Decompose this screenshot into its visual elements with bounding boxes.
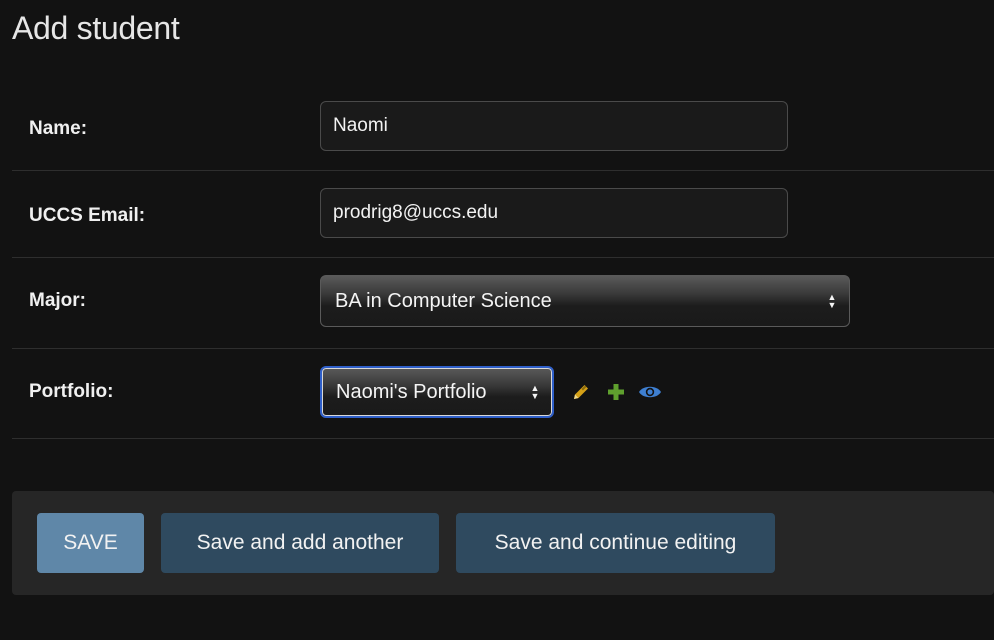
select-arrows-icon: ▲ ▼ [530,383,540,401]
name-input[interactable] [320,101,788,151]
select-arrows-icon: ▲ ▼ [827,292,837,310]
email-input[interactable] [320,188,788,238]
eye-icon[interactable] [638,380,662,404]
save-and-add-another-button[interactable]: Save and add another [161,513,439,573]
portfolio-label: Portfolio: [29,381,114,402]
pencil-icon[interactable] [569,380,593,404]
portfolio-selected-value: Naomi's Portfolio [336,380,487,403]
page-title: Add student [12,10,180,46]
save-and-continue-editing-button[interactable]: Save and continue editing [456,513,775,573]
email-label: UCCS Email: [29,205,146,226]
name-label: Name: [29,118,88,139]
major-label: Major: [29,290,86,311]
major-select[interactable]: BA in Computer Science ▲ ▼ [320,275,850,327]
save-button[interactable]: SAVE [37,513,144,573]
portfolio-select[interactable]: Naomi's Portfolio ▲ ▼ [320,366,554,418]
plus-icon[interactable] [604,380,628,404]
major-selected-value: BA in Computer Science [335,289,552,312]
submit-row: SAVE Save and add another Save and conti… [12,491,994,595]
add-student-page: Add student Name: UCCS Email: Major: BA … [0,0,994,640]
